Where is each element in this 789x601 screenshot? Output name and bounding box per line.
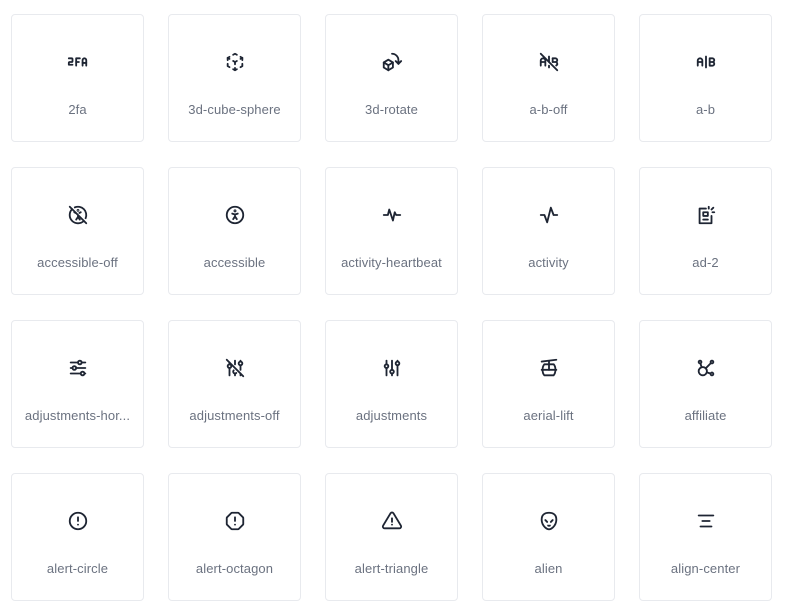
icon-label: adjustments xyxy=(355,408,428,423)
icon-grid: 2fa 3d-cube-sphere 3d-rotate a-b-off a-b… xyxy=(11,14,772,601)
icon-card-2fa[interactable]: 2fa xyxy=(11,14,144,142)
icon-label: accessible xyxy=(203,255,266,270)
icon-label: alert-octagon xyxy=(195,561,274,576)
ad-2-icon xyxy=(694,203,718,227)
icon-card-activity-heartbeat[interactable]: activity-heartbeat xyxy=(325,167,458,295)
activity-icon xyxy=(537,203,561,227)
accessible-off-icon xyxy=(66,203,90,227)
icon-card-alert-octagon[interactable]: alert-octagon xyxy=(168,473,301,601)
icon-card-affiliate[interactable]: affiliate xyxy=(639,320,772,448)
icon-card-activity[interactable]: activity xyxy=(482,167,615,295)
icon-label: a-b xyxy=(695,102,716,117)
alert-circle-icon xyxy=(66,509,90,533)
icon-label: a-b-off xyxy=(529,102,568,117)
icon-card-adjustments[interactable]: adjustments xyxy=(325,320,458,448)
icon-label: alien xyxy=(534,561,563,576)
icon-label: 3d-cube-sphere xyxy=(188,102,281,117)
icon-label: adjustments-hor... xyxy=(24,408,131,423)
icon-label: activity-heartbeat xyxy=(341,255,442,270)
icon-card-alert-triangle[interactable]: alert-triangle xyxy=(325,473,458,601)
icon-label: alert-circle xyxy=(46,561,109,576)
icon-card-alien[interactable]: alien xyxy=(482,473,615,601)
aerial-lift-icon xyxy=(537,356,561,380)
icon-label: affiliate xyxy=(684,408,727,423)
icon-card-accessible-off[interactable]: accessible-off xyxy=(11,167,144,295)
icon-label: 3d-rotate xyxy=(365,102,418,117)
icon-card-alert-circle[interactable]: alert-circle xyxy=(11,473,144,601)
icon-label: ad-2 xyxy=(692,255,719,270)
activity-heartbeat-icon xyxy=(380,203,404,227)
icon-card-accessible[interactable]: accessible xyxy=(168,167,301,295)
alert-triangle-icon xyxy=(380,509,404,533)
icon-label: align-center xyxy=(670,561,741,576)
icon-label: accessible-off xyxy=(37,255,118,270)
adjustments-horizontal-icon xyxy=(66,356,90,380)
adjustments-icon xyxy=(380,356,404,380)
icon-label: alert-triangle xyxy=(354,561,429,576)
icon-card-align-center[interactable]: align-center xyxy=(639,473,772,601)
accessible-icon xyxy=(223,203,247,227)
icon-card-3d-rotate[interactable]: 3d-rotate xyxy=(325,14,458,142)
icon-card-a-b-off[interactable]: a-b-off xyxy=(482,14,615,142)
icon-card-ad-2[interactable]: ad-2 xyxy=(639,167,772,295)
icon-card-3d-cube-sphere[interactable]: 3d-cube-sphere xyxy=(168,14,301,142)
icon-card-adjustments-off[interactable]: adjustments-off xyxy=(168,320,301,448)
icon-label: activity xyxy=(528,255,569,270)
a-b-off-icon xyxy=(537,50,561,74)
affiliate-icon xyxy=(694,356,718,380)
icon-label: adjustments-off xyxy=(189,408,280,423)
3d-cube-sphere-icon xyxy=(223,50,247,74)
2fa-icon xyxy=(66,50,90,74)
alien-icon xyxy=(537,509,561,533)
a-b-icon xyxy=(694,50,718,74)
icon-card-aerial-lift[interactable]: aerial-lift xyxy=(482,320,615,448)
align-center-icon xyxy=(694,509,718,533)
icon-label: 2fa xyxy=(68,102,87,117)
alert-octagon-icon xyxy=(223,509,247,533)
icon-card-a-b[interactable]: a-b xyxy=(639,14,772,142)
3d-rotate-icon xyxy=(380,50,404,74)
adjustments-off-icon xyxy=(223,356,247,380)
icon-label: aerial-lift xyxy=(523,408,574,423)
icon-card-adjustments-horizontal[interactable]: adjustments-hor... xyxy=(11,320,144,448)
